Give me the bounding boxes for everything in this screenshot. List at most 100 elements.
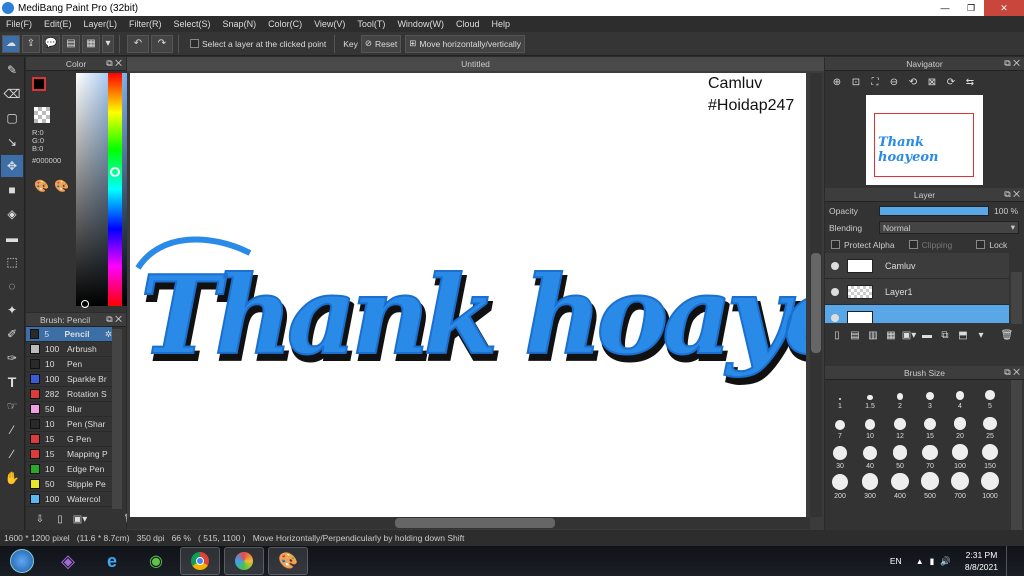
menu-tool[interactable]: Tool(T) (351, 19, 391, 29)
brush-list-item[interactable]: 15 G Pen (26, 432, 112, 447)
menu-edit[interactable]: Edit(E) (38, 19, 78, 29)
hand-divide-tool-icon[interactable]: ☞ (1, 395, 23, 417)
select-eraser-tool-icon[interactable]: ✑ (1, 347, 23, 369)
menu-color[interactable]: Color(C) (262, 19, 308, 29)
language-indicator[interactable]: EN (890, 556, 902, 566)
brush-size-cell[interactable]: 1 (825, 382, 855, 412)
folder-icon[interactable]: ▬ (919, 327, 935, 343)
brush-settings-icon[interactable]: ✲ (105, 329, 112, 340)
vertical-scroll-thumb[interactable] (811, 253, 821, 353)
move-tool-icon[interactable]: ✥ (1, 155, 23, 177)
brush-size-cell[interactable]: 500 (915, 472, 945, 502)
brush-size-cell[interactable]: 150 (975, 442, 1005, 472)
brush-list-item[interactable]: 10 Pen (Shar (26, 417, 112, 432)
chrome-icon[interactable] (180, 547, 220, 575)
brush-add-icon[interactable]: ⇩ (32, 511, 48, 527)
dropdown-icon[interactable]: ▾ (102, 34, 114, 53)
network-icon[interactable]: ▮ (930, 556, 935, 567)
brush-size-cell[interactable]: 400 (885, 472, 915, 502)
brush-size-cell[interactable]: 25 (975, 412, 1005, 442)
eye-icon[interactable] (831, 313, 839, 322)
rotate-left-icon[interactable]: ⟲ (905, 74, 921, 90)
eyedropper2-tool-icon[interactable]: ∕ (1, 443, 23, 465)
trash-icon[interactable]: 🗑 (999, 327, 1015, 343)
canvas[interactable]: Camluv #Hoidap247 Thank hoayeon Thank ho… (130, 73, 806, 517)
layer-more-icon[interactable]: ▾ (973, 327, 989, 343)
hue-slider[interactable] (108, 73, 122, 306)
new-8bit-layer-icon[interactable]: ▥ (865, 327, 881, 343)
brush-list-item[interactable]: 50 Blur (26, 402, 112, 417)
merge-down-icon[interactable]: ⬒ (955, 327, 971, 343)
foreground-color-swatch[interactable] (32, 77, 46, 91)
menu-file[interactable]: File(F) (0, 19, 38, 29)
new-layer-icon[interactable]: ▯ (829, 327, 845, 343)
brush-new-icon[interactable]: ▯ (52, 511, 68, 527)
redo-icon[interactable]: ↷ (151, 34, 173, 53)
canvas-vertical-scrollbar[interactable] (810, 73, 822, 517)
brush-size-cell[interactable]: 100 (945, 442, 975, 472)
brush-list-item[interactable]: 10 Pen (26, 357, 112, 372)
brush-size-cell[interactable]: 70 (915, 442, 945, 472)
rotate-right-icon[interactable]: ⟳ (943, 74, 959, 90)
visual-studio-icon[interactable]: ◈ (48, 547, 88, 575)
share-icon[interactable]: ⇪ (22, 34, 40, 53)
brush-size-cell[interactable]: 12 (885, 412, 915, 442)
brush-list-item[interactable]: 100 Sparkle Br (26, 372, 112, 387)
brush-list-item[interactable]: 100 Watercol (26, 492, 112, 507)
zoom-fill-icon[interactable]: ⛶ (867, 74, 883, 90)
gradient-tool-icon[interactable]: ▬ (1, 227, 23, 249)
page-icon[interactable]: ▦ (82, 34, 100, 53)
comment-icon[interactable]: 💬 (42, 34, 60, 53)
panel-close-icon[interactable]: ⧉ ✕ (1004, 58, 1020, 69)
brush-size-cell[interactable]: 20 (945, 412, 975, 442)
brush-size-scrollbar[interactable] (1011, 380, 1022, 530)
canvas-tab[interactable]: Untitled (127, 57, 824, 71)
select-tool-icon[interactable]: ⬚ (1, 251, 23, 273)
chat-icon[interactable]: ▤ (62, 34, 80, 53)
transparent-color-swatch[interactable] (34, 107, 50, 123)
new-1bit-layer-icon[interactable]: ▦ (883, 327, 899, 343)
brush-size-cell[interactable]: 4 (945, 382, 975, 412)
eyedropper-tool-icon[interactable]: ⁄ (1, 419, 23, 441)
menu-filter[interactable]: Filter(R) (123, 19, 168, 29)
brush-size-cell[interactable]: 30 (825, 442, 855, 472)
brush-size-cell[interactable]: 5 (975, 382, 1005, 412)
palette-icon[interactable]: 🎨 (34, 179, 49, 193)
brush-tool-icon[interactable]: ✎ (1, 59, 23, 81)
dot-tool-icon[interactable]: ▢ (1, 107, 23, 129)
coccoc-browser-icon[interactable]: ◉ (136, 547, 176, 575)
layer-row-selected[interactable] (825, 305, 1009, 323)
brush-size-cell[interactable]: 2 (885, 382, 915, 412)
brush-list-item[interactable]: 282 Rotation S (26, 387, 112, 402)
brush-menu-icon[interactable]: ▣▾ (72, 511, 88, 527)
shape-tool-icon[interactable]: ■ (1, 179, 23, 201)
layer-row[interactable]: Layer1 (825, 279, 1009, 305)
eye-icon[interactable] (831, 287, 839, 296)
brush-size-cell[interactable]: 200 (825, 472, 855, 502)
palette-settings-icon[interactable]: 🎨 (54, 179, 69, 193)
brush-size-cell[interactable]: 15 (915, 412, 945, 442)
sv-cursor[interactable] (81, 300, 89, 308)
eye-icon[interactable] (831, 261, 839, 270)
new-halftone-layer-icon[interactable]: ▤ (847, 327, 863, 343)
brush-size-cell[interactable]: 7 (825, 412, 855, 442)
horizontal-scroll-thumb[interactable] (395, 518, 555, 528)
internet-explorer-icon[interactable]: e (92, 547, 132, 575)
panel-close-icon[interactable]: ⧉ ✕ (106, 58, 122, 69)
blur-tool-icon[interactable]: ↘ (1, 131, 23, 153)
paint-icon[interactable]: 🎨 (268, 547, 308, 575)
start-button[interactable] (0, 547, 44, 575)
undo-icon[interactable]: ↶ (127, 34, 149, 53)
duplicate-layer-icon[interactable]: ⧉ (937, 327, 953, 343)
brush-size-cell[interactable]: 40 (855, 442, 885, 472)
saturation-value-picker[interactable] (76, 73, 132, 306)
navigator-preview[interactable]: Thank hoayeon (866, 95, 983, 185)
brush-list-item[interactable]: 100 Arbrush (26, 342, 112, 357)
zoom-fit-icon[interactable]: ⊡ (848, 74, 864, 90)
menu-window[interactable]: Window(W) (391, 19, 450, 29)
close-button[interactable]: ✕ (984, 0, 1024, 16)
menu-layer[interactable]: Layer(L) (78, 19, 124, 29)
text-tool-icon[interactable]: T (1, 371, 23, 393)
brush-list-item[interactable]: 15 Mapping P (26, 447, 112, 462)
clipping-checkbox[interactable] (908, 240, 918, 249)
